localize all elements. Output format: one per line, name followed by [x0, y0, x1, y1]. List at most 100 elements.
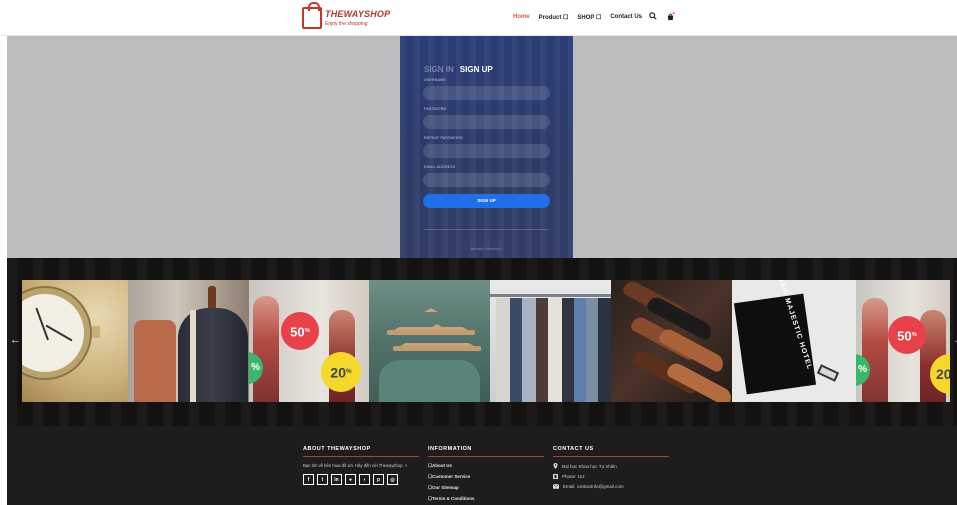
- garment: [536, 298, 548, 402]
- rss-icon[interactable]: ◗: [359, 474, 370, 485]
- whatsapp-icon[interactable]: ◎: [387, 474, 398, 485]
- mannequin-left: [253, 296, 279, 402]
- footer-about-text: Bạn tìm về bên mua đồ xin. Hãy đến với T…: [303, 463, 408, 468]
- phone-icon: [553, 474, 558, 479]
- sale-20-value: 20: [936, 366, 950, 382]
- footer-about-heading: ABOUT THEWAYSHOP: [303, 446, 371, 452]
- slide-hangers-image[interactable]: [369, 280, 490, 402]
- footer-heading-rule: [303, 456, 419, 457]
- sale-50-badge: 50%: [888, 316, 926, 354]
- garment: [562, 298, 574, 402]
- clothing-rail: [490, 294, 611, 297]
- footer-link-sitemap[interactable]: ☐Our Sitemap: [428, 485, 544, 491]
- shirt-shape: [134, 320, 176, 402]
- footer-information-column: INFORMATION ☐About Us ☐Customer Service …: [428, 446, 544, 502]
- repeat-password-label: REPEAT PASSWORD: [424, 136, 463, 140]
- sign-up-button[interactable]: SIGN UP: [423, 194, 550, 208]
- garment: [574, 298, 586, 402]
- social-links: f t in ● ◗ p ◎: [303, 474, 419, 485]
- tab-sign-in[interactable]: SIGN IN: [424, 65, 454, 74]
- sale-50-badge: 50%: [281, 312, 319, 350]
- mannequin-left: [862, 298, 888, 402]
- nav-contact-us[interactable]: Contact Us: [610, 14, 642, 21]
- slide-tailor-image[interactable]: [128, 280, 249, 402]
- garment: [586, 298, 598, 402]
- footer-contact-heading: CONTACT US: [553, 446, 594, 452]
- slide-sale-image-repeat[interactable]: 50% 20 %: [856, 280, 950, 402]
- pinterest-icon[interactable]: p: [373, 474, 384, 485]
- main-nav: Home Product ☐ SHOP ☐ Contact Us: [513, 14, 642, 21]
- username-field[interactable]: [423, 86, 550, 100]
- footer-link-about-us[interactable]: ☐About Us: [428, 463, 544, 469]
- footer-info-links: ☐About Us ☐Customer Service ☐Our Sitemap…: [428, 463, 544, 502]
- footer-heading-rule: [428, 456, 544, 457]
- product-carousel: ← 50% 20% % NEW MAJESTIC HOTEL 50% 20 %: [7, 258, 957, 426]
- footer-address: Đại học Khoa học Tự nhiên: [553, 463, 669, 469]
- slide-tote-bag-image[interactable]: NEW MAJESTIC HOTEL: [732, 280, 856, 402]
- slide-clothing-rack-image[interactable]: [490, 280, 611, 402]
- twitter-icon[interactable]: t: [317, 474, 328, 485]
- percent-sign: %: [858, 364, 867, 375]
- top-navbar: THEWAYSHOP Enjoy the shopping Home Produ…: [0, 0, 957, 36]
- footer-link-customer-service[interactable]: ☐Customer Service: [428, 474, 544, 480]
- site-logo[interactable]: THEWAYSHOP Enjoy the shopping: [302, 2, 390, 32]
- watch-crown: [92, 326, 100, 338]
- envelope-icon: [553, 484, 559, 489]
- garment: [522, 298, 536, 402]
- sale-50-value: 50: [290, 324, 305, 340]
- email-field[interactable]: [423, 173, 550, 187]
- tab-sign-up[interactable]: SIGN UP: [460, 65, 493, 74]
- logo-tagline: Enjoy the shopping: [325, 21, 368, 27]
- email-label: EMAIL ADDRESS: [424, 165, 456, 169]
- repeat-password-field[interactable]: [423, 144, 550, 158]
- watch-face: [22, 288, 90, 378]
- password-label: PASSWORD: [424, 107, 447, 111]
- hanger-bar: [393, 346, 481, 351]
- tshirt-shape: [379, 360, 480, 402]
- nav-icons: [649, 12, 675, 21]
- phone-text: Phone: 112: [562, 474, 585, 479]
- garment: [496, 298, 510, 402]
- nav-home[interactable]: Home: [513, 14, 530, 21]
- footer-contact-list: Đại học Khoa học Tự nhiên Phone: 112 Ema…: [553, 463, 669, 489]
- footer-contact-column: CONTACT US Đại học Khoa học Tự nhiên Pho…: [553, 446, 669, 489]
- logo-title: THEWAYSHOP: [325, 9, 391, 19]
- nav-shop-dropdown[interactable]: SHOP ☐: [577, 14, 601, 21]
- percent-sign: %: [345, 368, 352, 375]
- map-marker-icon: [553, 463, 558, 469]
- google-icon[interactable]: ●: [345, 474, 356, 485]
- email-text[interactable]: Email: contactinfo@gmail.com: [563, 484, 624, 489]
- percent-sign: %: [304, 328, 310, 334]
- site-footer: ABOUT THEWAYSHOP Bạn tìm về bên mua đồ x…: [7, 426, 957, 505]
- carousel-prev-arrow[interactable]: ←: [10, 334, 21, 346]
- carousel-next-arrow[interactable]: →: [953, 334, 957, 346]
- shopping-bag-icon: [302, 2, 322, 29]
- search-icon[interactable]: [649, 12, 657, 20]
- facebook-icon[interactable]: f: [303, 474, 314, 485]
- footer-phone: Phone: 112: [553, 474, 669, 479]
- cart-icon[interactable]: [666, 12, 675, 21]
- already-member-link[interactable]: Already Member?: [400, 246, 573, 251]
- linkedin-icon[interactable]: in: [331, 474, 342, 485]
- footer-heading-rule: [553, 456, 669, 457]
- slide-watch-image[interactable]: [22, 280, 128, 402]
- mannequin-head: [208, 286, 216, 310]
- footer-email: Email: contactinfo@gmail.com: [553, 484, 669, 489]
- footer-link-terms[interactable]: ☐Terms & Conditions: [428, 496, 544, 502]
- slide-sale-image[interactable]: 50% 20% %: [249, 280, 369, 402]
- garment: [510, 298, 522, 402]
- percent-sign: %: [251, 362, 260, 373]
- slide-shoes-image[interactable]: [611, 280, 732, 402]
- auth-panel: SIGN IN SIGN UP USERNAME PASSWORD REPEAT…: [400, 36, 573, 258]
- sale-50-value: 50: [897, 328, 912, 344]
- percent-sign: %: [911, 332, 917, 338]
- username-label: USERNAME: [424, 78, 446, 82]
- page: THEWAYSHOP Enjoy the shopping Home Produ…: [0, 0, 957, 505]
- sale-20-value: 20: [330, 364, 346, 381]
- password-field[interactable]: [423, 115, 550, 129]
- mannequin-body: [178, 308, 248, 402]
- garment: [548, 298, 562, 402]
- phone-shape: [816, 364, 840, 382]
- measuring-tape: [190, 310, 196, 402]
- nav-product-dropdown[interactable]: Product ☐: [539, 14, 569, 21]
